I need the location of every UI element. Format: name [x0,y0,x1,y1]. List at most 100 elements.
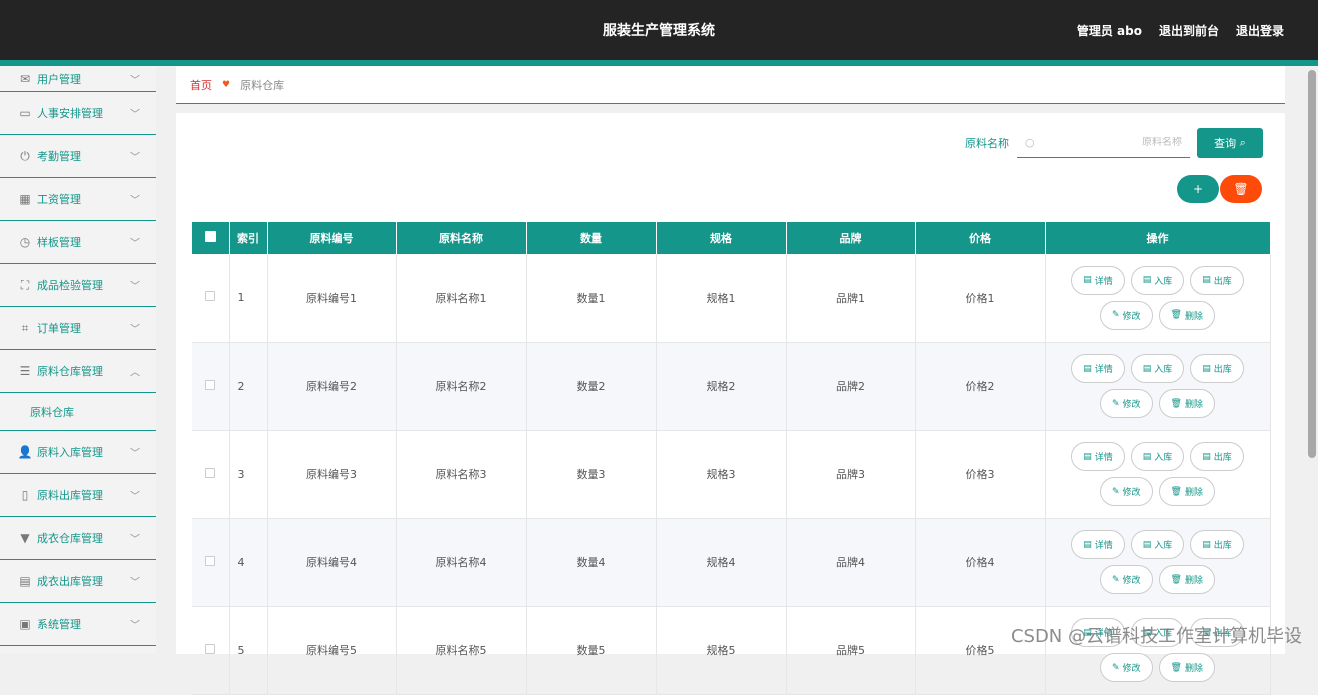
stock-in-label: 入库 [1154,362,1172,375]
sidebar: ✉用户管理﹀ ▭人事安排管理﹀ ⏻考勤管理﹀ ▦工资管理﹀ ◷样板管理﹀ ⛶成品… [0,66,156,654]
sidebar-item-label: 原料仓库管理 [37,363,103,379]
delete-label: 删除 [1185,397,1203,410]
col-header: 操作 [1045,222,1270,254]
sidebar-item-orders[interactable]: ⌗订单管理﹀ [0,307,156,350]
row-checkbox[interactable] [205,556,215,566]
delete-button[interactable]: 🗑删除 [1159,301,1215,330]
search-input[interactable] [1062,137,1182,148]
stock-out-label: 出库 [1214,362,1232,375]
row-checkbox[interactable] [205,291,215,301]
stock-out-label: 出库 [1214,274,1232,287]
crop-corners-icon: ⛶ [18,278,32,292]
document-icon: ▤ [1143,452,1152,462]
row-actions: ▤详情▤入库▤出库✎修改🗑删除 [1046,354,1270,418]
edit-button[interactable]: ✎修改 [1100,389,1153,418]
table-row: 2原料编号2原料名称2数量2规格2品牌2价格2▤详情▤入库▤出库✎修改🗑删除 [192,342,1270,430]
stock-in-button[interactable]: ▤入库 [1131,266,1185,295]
cell-name: 原料名称1 [396,254,526,342]
breadcrumb-home[interactable]: 首页 [190,77,212,93]
sidebar-item-garment-warehouse[interactable]: ▼成衣仓库管理﹀ [0,517,156,560]
row-checkbox[interactable] [205,380,215,390]
main-content: 首页 ♥ 原料仓库 原料名称 ○ 查询 ⌕ + 🗑 索引 原料编号 原料 [176,66,1285,654]
table-row: 3原料编号3原料名称3数量3规格3品牌3价格3▤详情▤入库▤出库✎修改🗑删除 [192,430,1270,518]
trash-icon: 🗑 [1171,487,1182,497]
sidebar-item-salary[interactable]: ▦工资管理﹀ [0,178,156,221]
edit-button[interactable]: ✎修改 [1100,477,1153,506]
search-icon: ⌕ [1240,136,1246,150]
cell-code: 原料编号2 [267,342,396,430]
detail-label: 详情 [1095,538,1113,551]
cell-index: 2 [229,342,267,430]
delete-button[interactable]: 🗑删除 [1159,477,1215,506]
cell-spec: 规格3 [656,430,786,518]
edit-icon: ✎ [1112,575,1120,585]
sidebar-subitem-material-warehouse[interactable]: 原料仓库 [0,393,156,431]
sidebar-item-label: 用户管理 [37,71,81,87]
cell-code: 原料编号1 [267,254,396,342]
cell-actions: ▤详情▤入库▤出库✎修改🗑删除 [1045,342,1270,430]
col-header: 品牌 [786,222,915,254]
sidebar-item-user[interactable]: ✉用户管理﹀ [0,66,156,92]
edit-button[interactable]: ✎修改 [1100,301,1153,330]
row-select-cell [192,254,229,342]
delete-label: 删除 [1185,573,1203,586]
col-header: 数量 [526,222,656,254]
document-icon: ▤ [1083,452,1092,462]
stock-out-button[interactable]: ▤出库 [1190,266,1244,295]
edit-button[interactable]: ✎修改 [1100,565,1153,594]
delete-button[interactable]: 🗑删除 [1159,389,1215,418]
add-button[interactable]: + [1177,175,1219,203]
cell-spec: 规格5 [656,606,786,694]
detail-button[interactable]: ▤详情 [1071,530,1125,559]
sidebar-item-inspection[interactable]: ⛶成品检验管理﹀ [0,264,156,307]
content-panel: 原料名称 ○ 查询 ⌕ + 🗑 索引 原料编号 原料名称 数量 规格 [176,113,1285,654]
search-label: 原料名称 [965,135,1009,151]
sidebar-item-material-in[interactable]: 👤原料入库管理﹀ [0,431,156,474]
chevron-down-icon: ﹀ [130,235,140,250]
stock-in-button[interactable]: ▤入库 [1131,530,1185,559]
chevron-down-icon: ﹀ [130,531,140,546]
delete-button[interactable]: 🗑删除 [1159,653,1215,682]
sidebar-item-personnel[interactable]: ▭人事安排管理﹀ [0,92,156,135]
detail-button[interactable]: ▤详情 [1071,442,1125,471]
document-icon: ▤ [1202,540,1211,550]
search-icon: ○ [1025,136,1035,149]
cell-code: 原料编号3 [267,430,396,518]
row-checkbox[interactable] [205,468,215,478]
search-field: ○ [1017,129,1190,158]
stock-out-button[interactable]: ▤出库 [1190,354,1244,383]
cell-index: 4 [229,518,267,606]
back-to-front-link[interactable]: 退出到前台 [1159,22,1219,39]
scrollbar-thumb[interactable] [1308,70,1316,458]
cell-code: 原料编号5 [267,606,396,694]
document-icon: ▤ [1083,364,1092,374]
document-icon: ▤ [1143,275,1152,285]
sidebar-item-label: 原料出库管理 [37,487,103,503]
chevron-down-icon: ﹀ [130,71,140,86]
chevron-up-icon: ︿ [130,364,140,379]
row-actions: ▤详情▤入库▤出库✎修改🗑删除 [1046,266,1270,330]
select-all-checkbox[interactable] [205,231,216,242]
stock-out-button[interactable]: ▤出库 [1190,530,1244,559]
detail-button[interactable]: ▤详情 [1071,354,1125,383]
stock-out-label: 出库 [1214,538,1232,551]
row-checkbox[interactable] [205,644,215,654]
stock-in-button[interactable]: ▤入库 [1131,442,1185,471]
sidebar-item-attendance[interactable]: ⏻考勤管理﹀ [0,135,156,178]
admin-user-link[interactable]: 管理员 abo [1077,22,1142,39]
logout-link[interactable]: 退出登录 [1236,22,1284,39]
sidebar-item-material-out[interactable]: ▯原料出库管理﹀ [0,474,156,517]
stock-out-button[interactable]: ▤出库 [1190,442,1244,471]
stock-in-label: 入库 [1154,274,1172,287]
query-button[interactable]: 查询 ⌕ [1197,128,1263,158]
sidebar-item-system[interactable]: ▣系统管理﹀ [0,603,156,646]
cell-brand: 品牌2 [786,342,915,430]
detail-button[interactable]: ▤详情 [1071,266,1125,295]
sidebar-item-sample[interactable]: ◷样板管理﹀ [0,221,156,264]
sidebar-item-material-warehouse[interactable]: ☰原料仓库管理︿ [0,350,156,393]
batch-delete-button[interactable]: 🗑 [1220,175,1262,203]
sidebar-item-garment-out[interactable]: ▤成衣出库管理﹀ [0,560,156,603]
delete-button[interactable]: 🗑删除 [1159,565,1215,594]
stock-in-button[interactable]: ▤入库 [1131,354,1185,383]
edit-button[interactable]: ✎修改 [1100,653,1153,682]
